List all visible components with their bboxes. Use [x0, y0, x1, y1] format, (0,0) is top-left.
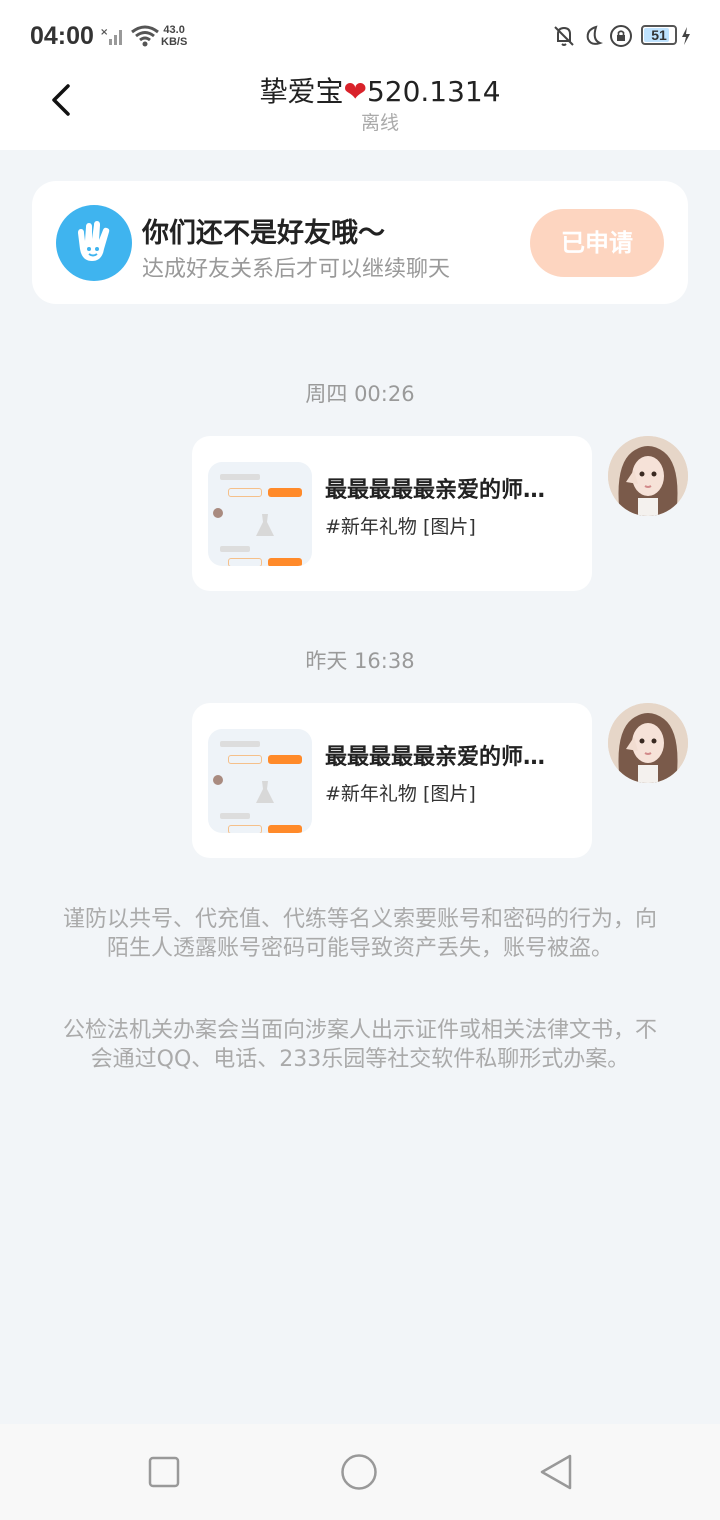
message-title: 最最最最最亲爱的师… [325, 478, 546, 503]
net-speed-value: 43.0 [163, 24, 185, 36]
lock-rotation-icon [610, 25, 632, 47]
signal-icon: × [100, 27, 122, 45]
gift-message-card[interactable]: 最最最最最亲爱的师… #新年礼物 [图片] [192, 436, 592, 591]
friend-card-title: 你们还不是好友哦～ [142, 218, 385, 249]
message-timestamp: 周四 00:26 [305, 382, 415, 406]
thumbnail-avatar [213, 508, 223, 518]
status-time: 04:00 [30, 22, 94, 50]
message-subtitle: #新年礼物 [图片] [325, 516, 476, 538]
moon-icon [586, 25, 603, 45]
thumbnail-avatar [213, 775, 223, 785]
chat-title-name: 挚爱宝 [259, 75, 344, 108]
chat-header: 挚爱宝❤520.1314 离线 [0, 62, 720, 150]
wifi-icon [131, 25, 159, 47]
charging-icon [682, 27, 690, 45]
message-thumbnail [208, 729, 312, 833]
system-nav-bar [0, 1424, 720, 1520]
wave-hand-icon [56, 205, 132, 281]
chat-title-number: 520.1314 [366, 75, 501, 108]
applied-button[interactable]: 已申请 [530, 209, 664, 277]
battery-level: 51 [651, 27, 667, 43]
friend-card-subtitle: 达成好友关系后才可以继续聊天 [142, 257, 451, 282]
online-status: 离线 [360, 112, 399, 134]
svg-text:×: × [100, 27, 108, 38]
message-title: 最最最最最亲爱的师… [325, 745, 546, 770]
recent-apps-button[interactable] [148, 1456, 180, 1488]
battery-icon: 51 [641, 25, 677, 45]
dress-image [256, 514, 274, 536]
chat-title: 挚爱宝❤520.1314 [0, 70, 720, 110]
status-bar: 04:00 × 43.0 KB/S 51 [0, 0, 720, 62]
police-notice: 公检法机关办案会当面向涉案人出示证件或相关法律文书，不会通过QQ、电话、233乐… [62, 1018, 657, 1072]
message-timestamp: 昨天 16:38 [305, 649, 415, 673]
friend-request-card: 你们还不是好友哦～ 达成好友关系后才可以继续聊天 已申请 [32, 181, 688, 304]
sender-avatar[interactable] [608, 703, 688, 783]
message-subtitle: #新年礼物 [图片] [325, 783, 476, 805]
nav-back-button[interactable] [538, 1452, 574, 1492]
security-warning: 谨防以共号、代充值、代练等名义索要账号和密码的行为，向陌生人透露账号密码可能导致… [62, 907, 657, 961]
net-speed-unit: KB/S [161, 36, 188, 48]
gift-message-card[interactable]: 最最最最最亲爱的师… #新年礼物 [图片] [192, 703, 592, 858]
home-button[interactable] [340, 1453, 378, 1491]
bell-muted-icon [554, 26, 574, 46]
message-thumbnail [208, 462, 312, 566]
net-speed: 43.0 KB/S [161, 24, 187, 48]
heart-icon: ❤ [343, 75, 367, 108]
sender-avatar[interactable] [608, 436, 688, 516]
dress-image [256, 781, 274, 803]
